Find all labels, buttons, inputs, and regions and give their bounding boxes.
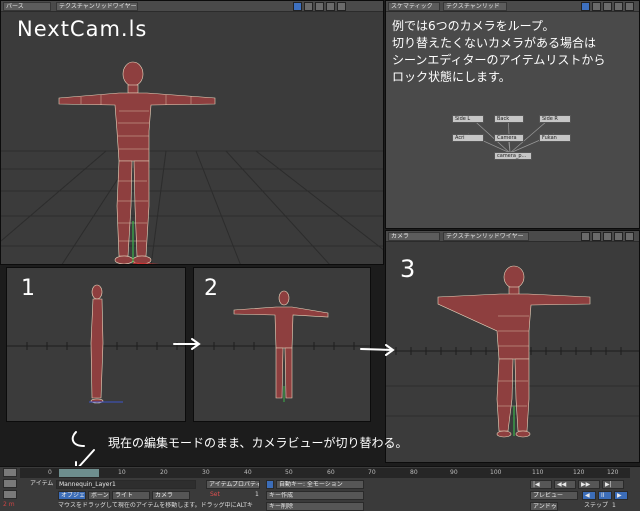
frame-tick: 80 [410,469,418,476]
delete-key-button[interactable]: キー削除 [266,502,364,511]
step-1-label: 1 [21,276,35,301]
frame-tick: 10 [118,469,126,476]
next-key-button[interactable]: ▶▶ [578,480,600,489]
schematic-node[interactable]: Camera [494,134,524,142]
schematic-viewport[interactable]: スケマティック テクスチャンリッド 例では6つのカメラをループ。 切り替えたくな… [385,0,640,229]
side-view-viewport[interactable]: 1 [6,267,186,422]
schematic-node[interactable]: Acri [452,134,484,142]
schematic-node[interactable]: Fukan [539,134,571,142]
current-frame-slider[interactable] [59,469,99,477]
camera-scene [386,265,639,438]
frame-ruler[interactable]: 0 10 20 30 40 50 60 70 80 90 100 110 120… [20,468,630,478]
frame-tick: 100 [490,469,502,476]
distance-readout: 2 m [3,501,15,508]
layout-icon[interactable] [3,479,17,488]
schematic-node[interactable]: Side R [539,115,571,123]
play-button[interactable]: ▶ [614,491,628,500]
tab-camera[interactable]: カメラ [152,491,190,500]
tab-object[interactable]: オブジェクト [58,491,86,500]
undo-button[interactable]: アンドゥ [530,502,558,511]
tab-light[interactable]: ライト [112,491,150,500]
frame-tick: 20 [160,469,168,476]
frame-tick: 50 [285,469,293,476]
step-2-label: 2 [204,276,218,301]
frame-tick: 120 [573,469,585,476]
set-value: 1 [255,491,259,498]
camera-viewport[interactable]: カメラ テクスチャンリッドワイヤー 3 [385,230,640,463]
keys-icon[interactable] [3,490,17,499]
frame-tick: 40 [244,469,252,476]
frame-tick: 110 [532,469,544,476]
pause-button[interactable]: II [598,491,612,500]
front-view-scene [194,290,370,402]
schematic-node[interactable]: Side L [452,115,484,123]
front-view-viewport[interactable]: 2 [193,267,371,422]
frame-tick: 70 [368,469,376,476]
timeline-panel: 0 10 20 30 40 50 60 70 80 90 100 110 120… [0,466,640,511]
step-3-label: 3 [400,255,416,283]
item-label: アイテム [30,480,54,487]
frame-tick: 0 [48,469,52,476]
script-title: NextCam.ls [17,17,148,41]
current-item-dropdown[interactable]: Mannequin_Layer1 [56,480,196,489]
prev-key-button[interactable]: ◀◀ [554,480,576,489]
go-end-button[interactable]: ▶| [602,480,624,489]
step-value: 1 [612,502,616,509]
auto-key-dropdown[interactable]: 自動キー: 全モーション [276,480,364,489]
frame-tick: 120 [607,469,619,476]
step-label: ステップ [584,502,609,509]
frame-tick: 30 [202,469,210,476]
frame-tick: 90 [450,469,458,476]
play-back-button[interactable]: ◀ [582,491,596,500]
preview-dropdown[interactable]: プレビュー [530,491,578,500]
go-start-button[interactable]: |◀ [530,480,552,489]
scene-icon[interactable] [3,468,17,477]
auto-key-checkbox[interactable] [266,480,274,489]
status-text: マウスをドラッグして現在のアイテムを移動します。ドラッグ中にALTキ [58,502,253,509]
create-key-button[interactable]: キー作成 [266,491,364,500]
schematic-node[interactable]: camera_p... [494,152,532,160]
tab-bone[interactable]: ボーン [88,491,110,500]
perspective-viewport[interactable]: パース テクスチャンリッドワイヤー NextCam.ls [0,0,384,265]
item-properties-button[interactable]: アイテムプロパティ [206,480,260,489]
bottom-note: 現在の編集モードのまま、カメラビューが切り替わる。 [108,436,408,450]
frame-tick: 60 [327,469,335,476]
schematic-node[interactable]: Back [494,115,524,123]
set-label: Set [210,491,220,498]
